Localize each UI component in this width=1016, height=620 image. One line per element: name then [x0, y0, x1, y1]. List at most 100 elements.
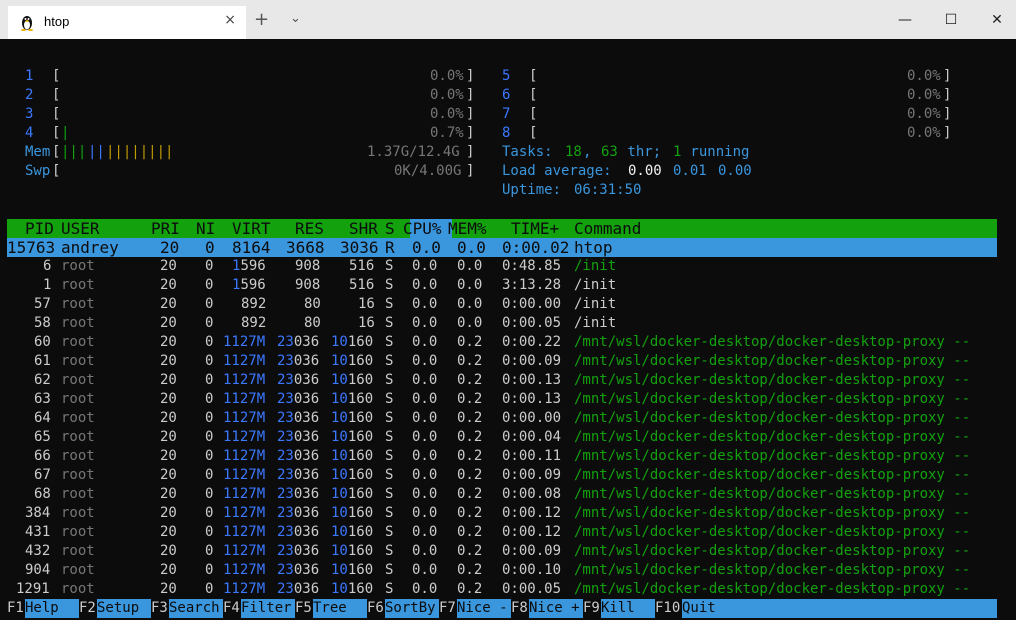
table-row-selected[interactable]: 15763 andrey 20 0 8164 3668 3036 R 0.0 0.0 0:00.02…: [7, 238, 997, 257]
uptime-label: Uptime:: [502, 182, 570, 198]
cell-virt: 1127M: [223, 334, 266, 350]
table-row[interactable]: 63 root 20 0 1127M 23036 10160 S 0.0 0.2 0:00.13/m…: [0, 390, 1016, 409]
cell-mem: 0.2: [457, 391, 483, 407]
cell-virt: 1127M: [223, 467, 266, 483]
fkey-label-f1[interactable]: Help: [25, 599, 79, 618]
cell-time: 0:00.05: [502, 315, 562, 331]
column-header-cpu[interactable]: CPU%: [403, 219, 442, 238]
cell-user: root: [61, 429, 95, 445]
fkey-f10[interactable]: F10: [655, 599, 680, 618]
cpu-close-bracket: ]: [943, 125, 952, 141]
cell-virt: 1127M: [223, 372, 266, 388]
cpu-open-bracket: [: [529, 125, 538, 141]
terminal[interactable]: 1[0.0%] 2[0.0%] 3[0.0%] 4[| 0.7%] 5[0.0%] 6[0…: [0, 39, 1016, 620]
fkey-label-f8[interactable]: Nice +: [529, 599, 583, 618]
table-row[interactable]: 431 root 20 0 1127M 23036 10160 S 0.0 0.2 0:00.12 /…: [0, 523, 1016, 542]
cell-virt: 1127M: [223, 486, 266, 502]
table-row[interactable]: 57 root 20 0 892 80 16 S 0.0 0.0 0:00.00/init: [0, 295, 1016, 314]
tab-htop[interactable]: htop ×: [8, 6, 246, 39]
cell-s: S: [385, 315, 394, 331]
cell-pri: 20: [160, 429, 177, 445]
table-row[interactable]: 62 root 20 0 1127M 23036 10160 S 0.0 0.2 0:00.13/m…: [0, 371, 1016, 390]
tab-close-icon[interactable]: ×: [224, 12, 236, 28]
table-row[interactable]: 1291 root 20 0 1127M 23036 10160 S 0.0 0.2 0:00.05…: [0, 580, 1016, 599]
fkey-label-f10[interactable]: Quit: [682, 599, 997, 618]
cell-time: 0:00.09: [502, 353, 562, 369]
mem-open-bracket: [: [52, 144, 61, 160]
column-header-shr[interactable]: SHR: [349, 219, 378, 238]
uptime-value: 06:31:50: [574, 182, 642, 198]
table-row[interactable]: 384 root 20 0 1127M 23036 10160 S 0.0 0.2 0:00.12 /…: [0, 504, 1016, 523]
fkey-f4[interactable]: F4: [223, 599, 240, 618]
fkey-label-f9[interactable]: Kill: [601, 599, 655, 618]
table-row[interactable]: 60 root 20 0 1127M 23036 10160 S 0.0 0.2 0:00.22/m…: [0, 333, 1016, 352]
table-row[interactable]: 904 root 20 0 1127M 23036 10160 S 0.0 0.2 0:00.10 /…: [0, 561, 1016, 580]
column-header-virt[interactable]: VIRT: [232, 219, 271, 238]
cell-pri: 20: [160, 505, 177, 521]
fkey-f7[interactable]: F7: [439, 599, 456, 618]
table-row[interactable]: 1 root 20 0 1596 908 516 S 0.0 0.0 3:13.28/init: [0, 276, 1016, 295]
fkey-label-f4[interactable]: Filter: [241, 599, 295, 618]
fkey-f2[interactable]: F2: [79, 599, 96, 618]
table-row[interactable]: 58 root 20 0 892 80 16 S 0.0 0.0 0:00.05/init: [0, 314, 1016, 333]
cell-pri: 20: [160, 391, 177, 407]
table-row[interactable]: 67 root 20 0 1127M 23036 10160 S 0.0 0.2 0:00.09/m…: [0, 466, 1016, 485]
cell-shr: 10160: [331, 562, 374, 578]
cell-virt: 1127M: [223, 391, 266, 407]
table-row[interactable]: 65 root 20 0 1127M 23036 10160 S 0.0 0.2 0:00.04/m…: [0, 428, 1016, 447]
table-row[interactable]: 6 root 20 0 1596 908 516 S 0.0 0.0 0:48.85/init: [0, 257, 1016, 276]
chevron-down-icon[interactable]: ⌄: [290, 11, 301, 26]
column-header-s[interactable]: S: [385, 219, 395, 238]
fkey-f6[interactable]: F6: [367, 599, 384, 618]
column-header-res[interactable]: RES: [295, 219, 324, 238]
cell-shr: 10160: [331, 486, 374, 502]
cell-s: S: [385, 543, 394, 559]
cell-shr: 10160: [331, 543, 374, 559]
table-row[interactable]: 68 root 20 0 1127M 23036 10160 S 0.0 0.2 0:00.08/m…: [0, 485, 1016, 504]
cell-user: root: [61, 353, 95, 369]
cell-pri: 20: [160, 467, 177, 483]
cell-virt: 892: [241, 296, 267, 312]
maximize-icon[interactable]: ☐: [928, 6, 974, 34]
column-header-pid[interactable]: PID: [25, 219, 54, 238]
cell-time: 0:00.04: [502, 429, 562, 445]
cell-ni: 0: [205, 258, 214, 274]
table-row[interactable]: 61 root 20 0 1127M 23036 10160 S 0.0 0.2 0:00.09/m…: [0, 352, 1016, 371]
cell-ni: 0: [205, 448, 214, 464]
cell-user: root: [61, 581, 95, 597]
column-header-command[interactable]: Command: [574, 219, 641, 238]
table-row[interactable]: 64 root 20 0 1127M 23036 10160 S 0.0 0.2 0:00.00/m…: [0, 409, 1016, 428]
load-1min: 0.00: [628, 163, 662, 179]
fkey-label-f7[interactable]: Nice -: [457, 599, 511, 618]
cpu-id: 4: [25, 125, 34, 141]
fkey-f3[interactable]: F3: [151, 599, 168, 618]
column-header-pri[interactable]: PRI: [151, 219, 180, 238]
new-tab-icon[interactable]: +: [254, 9, 269, 30]
table-row[interactable]: 432 root 20 0 1127M 23036 10160 S 0.0 0.2 0:00.09 /…: [0, 542, 1016, 561]
close-window-icon[interactable]: ✕: [974, 6, 1016, 34]
cell-pid: 60: [34, 334, 51, 350]
cell-pri: 20: [160, 258, 177, 274]
cell-pri: 20: [160, 448, 177, 464]
cell-s: S: [385, 429, 394, 445]
cpu-close-bracket: ]: [943, 87, 952, 103]
swap-close-bracket: ]: [466, 163, 475, 179]
fkey-label-f6[interactable]: SortBy: [385, 599, 439, 618]
column-header-ni[interactable]: NI: [196, 219, 215, 238]
cell-s: S: [385, 467, 394, 483]
cell-s: S: [385, 277, 394, 293]
fkey-label-f5[interactable]: Tree: [313, 599, 367, 618]
minimize-icon[interactable]: —: [882, 6, 928, 34]
fkey-f8[interactable]: F8: [511, 599, 528, 618]
fkey-label-f2[interactable]: Setup: [97, 599, 151, 618]
fkey-f1[interactable]: F1: [7, 599, 24, 618]
fkey-label-f3[interactable]: Search: [169, 599, 223, 618]
column-header-user[interactable]: USER: [61, 219, 100, 238]
table-row[interactable]: 66 root 20 0 1127M 23036 10160 S 0.0 0.2 0:00.11/m…: [0, 447, 1016, 466]
fkey-f5[interactable]: F5: [295, 599, 312, 618]
column-header-time[interactable]: TIME+: [511, 219, 559, 238]
cell-user: root: [61, 391, 95, 407]
column-header-mem[interactable]: MEM%: [448, 219, 487, 238]
cell-mem: 0.2: [457, 505, 483, 521]
fkey-f9[interactable]: F9: [583, 599, 600, 618]
